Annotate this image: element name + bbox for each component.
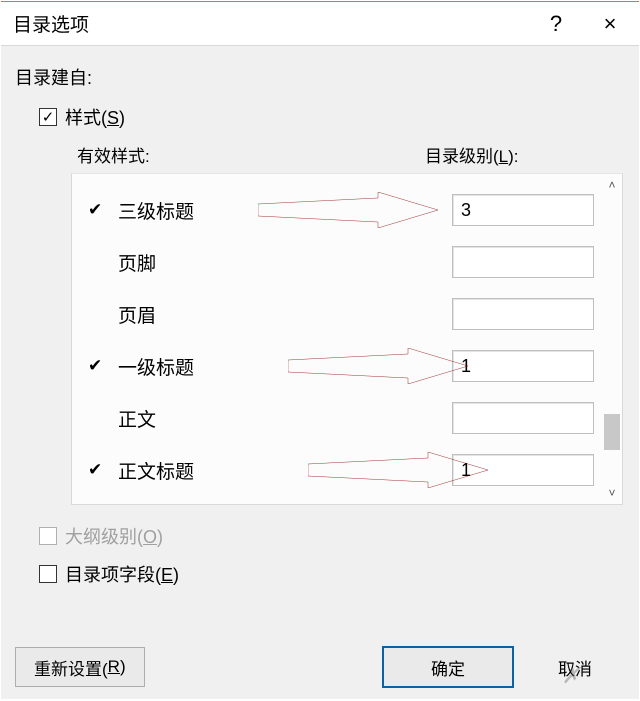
style-name: 正文标题 [116, 457, 452, 484]
style-name: 页眉 [116, 301, 452, 328]
style-row: ✔ 三级标题 [88, 184, 594, 236]
level-input[interactable] [452, 298, 594, 330]
dialog-body: 目录建自: 样式(S) 有效样式: 目录级别(L): ✔ 三级标题 页脚 [1, 46, 639, 699]
styles-checkbox-row[interactable]: 样式(S) [39, 104, 625, 130]
style-row: 页眉 [88, 288, 594, 340]
table-entry-fields-label: 目录项字段(E) [65, 561, 179, 587]
toc-options-dialog: 目录选项 ? × 目录建自: 样式(S) 有效样式: 目录级别(L): ✔ 三级… [1, 1, 639, 699]
style-row: ✔ 正文标题 [88, 444, 594, 496]
table-entry-fields-checkbox-row[interactable]: 目录项字段(E) [39, 561, 625, 587]
style-name: 正文 [116, 405, 452, 432]
toc-level-label: 目录级别(L): [425, 142, 625, 167]
outline-levels-label: 大纲级别(O) [65, 523, 163, 549]
check-icon: ✔ [88, 356, 116, 376]
level-input[interactable] [452, 194, 594, 226]
dialog-title: 目录选项 [13, 10, 89, 37]
style-name: 三级标题 [116, 197, 452, 224]
style-name: 一级标题 [116, 353, 452, 380]
titlebar: 目录选项 ? × [1, 2, 639, 46]
level-input[interactable] [452, 350, 594, 382]
outline-levels-checkbox-row: 大纲级别(O) [39, 523, 625, 549]
ok-button[interactable]: 确定 [383, 647, 513, 687]
close-button[interactable]: × [581, 11, 639, 37]
styles-checkbox-label: 样式(S) [65, 104, 125, 130]
build-from-label: 目录建自: [15, 64, 625, 90]
table-entry-fields-checkbox[interactable] [39, 565, 57, 583]
columns-header: 有效样式: 目录级别(L): [77, 142, 625, 167]
outline-levels-checkbox [39, 527, 57, 545]
scroll-track[interactable] [601, 196, 623, 482]
style-name: 页脚 [116, 249, 452, 276]
style-row: 正文 [88, 392, 594, 444]
button-bar: 重新设置(R) 确定 取消 [1, 647, 639, 687]
level-input[interactable] [452, 402, 594, 434]
level-input[interactable] [452, 246, 594, 278]
scrollbar[interactable]: ˄ ˅ [600, 174, 624, 504]
check-icon: ✔ [88, 460, 116, 480]
styles-list: ✔ 三级标题 页脚 页眉 ✔ 一级标题 [71, 173, 623, 505]
reset-button[interactable]: 重新设置(R) [15, 647, 145, 687]
check-icon: ✔ [88, 200, 116, 220]
styles-checkbox[interactable] [39, 108, 57, 126]
help-button[interactable]: ? [531, 11, 581, 37]
style-row: 页脚 [88, 236, 594, 288]
available-styles-label: 有效样式: [77, 142, 425, 167]
scroll-thumb[interactable] [604, 414, 620, 450]
scroll-up-button[interactable]: ˄ [601, 174, 623, 196]
cancel-button[interactable]: 取消 [525, 647, 625, 687]
scroll-down-button[interactable]: ˅ [601, 482, 623, 504]
level-input[interactable] [452, 454, 594, 486]
style-row: ✔ 一级标题 [88, 340, 594, 392]
